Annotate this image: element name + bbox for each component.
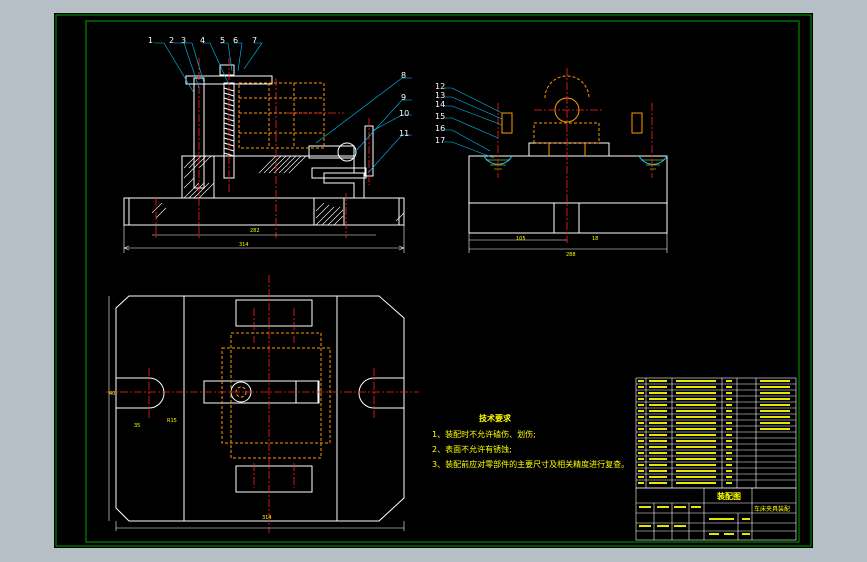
dim-top-small-a: 35 xyxy=(134,423,141,429)
front-view xyxy=(123,64,405,226)
dim-side-right: 18 xyxy=(592,236,599,242)
dim-side-bottom: 288 xyxy=(566,252,576,258)
tech-req-item-3: 3、装配前应对零部件的主要尺寸及相关精度进行复查。 xyxy=(432,460,630,469)
part-number-7: 7 xyxy=(252,36,258,45)
top-view-dims xyxy=(108,296,405,531)
part-number-1: 1 xyxy=(148,36,154,45)
title-block xyxy=(635,487,797,541)
front-view-dims xyxy=(123,225,405,253)
top-view xyxy=(115,295,405,522)
title-block-name: 车床夹具装配 xyxy=(754,506,791,513)
part-number-10: 10 xyxy=(399,109,410,118)
part-number-6: 6 xyxy=(233,36,239,45)
part-number-13: 13 xyxy=(435,91,446,100)
part-number-9: 9 xyxy=(401,93,407,102)
part-number-8: 8 xyxy=(401,71,407,80)
part-number-16: 16 xyxy=(435,124,446,133)
part-number-17: 17 xyxy=(435,136,446,145)
part-number-14: 14 xyxy=(435,100,446,109)
dim-front-inner: 282 xyxy=(250,228,260,234)
part-number-11: 11 xyxy=(399,129,410,138)
side-view-dims xyxy=(468,233,668,253)
title-block-title: 装配图 xyxy=(717,492,741,501)
tech-req-item-2: 2、表面不允许有锈蚀; xyxy=(432,445,512,454)
part-number-4: 4 xyxy=(200,36,206,45)
part-number-15: 15 xyxy=(435,112,446,121)
side-view-pockets xyxy=(483,155,668,165)
part-number-12: 12 xyxy=(435,82,446,91)
front-view-hatch xyxy=(151,155,405,226)
dim-side-left: 105 xyxy=(516,236,526,242)
part-number-5: 5 xyxy=(220,36,226,45)
side-view-hidden xyxy=(501,75,643,156)
drawing-sheet: 1 2 3 4 5 6 7 8 9 10 11 12 13 14 15 16 1… xyxy=(54,13,813,548)
dim-top-small-b: R15 xyxy=(167,418,177,424)
dim-top-width: 314 xyxy=(262,515,272,521)
dim-front-overall: 314 xyxy=(239,242,249,248)
side-view xyxy=(468,142,668,234)
top-view-centerlines xyxy=(106,275,419,533)
side-view-pocket-fill xyxy=(486,159,664,170)
part-number-2: 2 xyxy=(169,36,175,45)
top-view-hidden xyxy=(221,332,331,459)
front-view-hidden xyxy=(238,82,325,149)
part-number-3: 3 xyxy=(181,36,187,45)
tech-req-title: 技术要求 xyxy=(479,414,511,423)
dim-top-height: 40 xyxy=(109,391,116,397)
tech-req-item-1: 1、装配时不允许磕伤、划伤; xyxy=(432,430,536,439)
side-view-leaders xyxy=(444,87,503,159)
